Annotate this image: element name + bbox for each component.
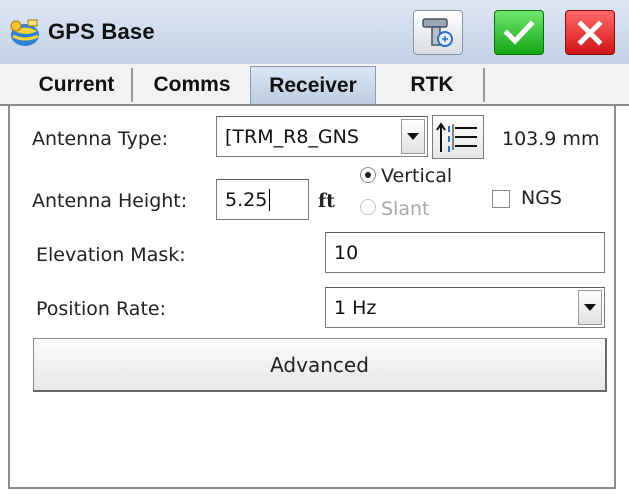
tab-rtk[interactable]: RTK	[381, 68, 485, 102]
window-title: GPS Base	[48, 19, 155, 44]
antenna-height-value: 5.25	[225, 188, 268, 211]
accept-button[interactable]	[494, 10, 544, 55]
chevron-down-icon[interactable]	[401, 119, 425, 154]
measure-method-icon	[436, 122, 477, 152]
ngs-checkbox[interactable]	[492, 190, 510, 208]
measure-method-button[interactable]	[432, 115, 484, 159]
elevation-mask-value: 10	[334, 241, 359, 264]
position-rate-label: Position Rate:	[36, 298, 166, 320]
antenna-height-unit: ft	[318, 190, 335, 212]
slant-label: Slant	[381, 198, 430, 220]
cancel-button[interactable]	[565, 10, 615, 55]
checkmark-icon	[503, 19, 535, 45]
ngs-label: NGS	[521, 187, 562, 209]
antenna-height-input[interactable]: 5.25	[216, 179, 309, 220]
elevation-mask-input[interactable]: 10	[325, 232, 605, 273]
gps-receiver-tool-icon	[422, 17, 453, 47]
title-bar: GPS Base	[0, 0, 629, 64]
slant-radio[interactable]	[360, 199, 376, 215]
advanced-button[interactable]: Advanced	[33, 338, 607, 392]
vertical-radio[interactable]	[360, 167, 376, 183]
antenna-offset-value: 103.9 mm	[502, 128, 600, 150]
tab-comms[interactable]: Comms	[140, 68, 244, 102]
close-icon	[577, 19, 603, 46]
tab-strip: Current Comms Receiver RTK	[0, 64, 629, 106]
position-rate-value: 1 Hz	[334, 296, 377, 319]
tab-current[interactable]: Current	[22, 68, 133, 102]
chevron-down-icon[interactable]	[578, 290, 602, 325]
elevation-mask-label: Elevation Mask:	[36, 244, 186, 266]
antenna-type-value: [TRM_R8_GNS	[225, 125, 359, 148]
position-rate-dropdown[interactable]: 1 Hz	[325, 287, 605, 328]
vertical-label: Vertical	[381, 165, 453, 187]
antenna-type-label: Antenna Type:	[32, 128, 168, 150]
antenna-height-label: Antenna Height:	[32, 190, 188, 212]
text-cursor	[269, 188, 271, 211]
receiver-tool-button[interactable]	[413, 10, 463, 55]
antenna-type-dropdown[interactable]: [TRM_R8_GNS	[216, 116, 428, 157]
tab-receiver[interactable]: Receiver	[250, 66, 376, 104]
gps-satellite-icon	[8, 17, 42, 49]
